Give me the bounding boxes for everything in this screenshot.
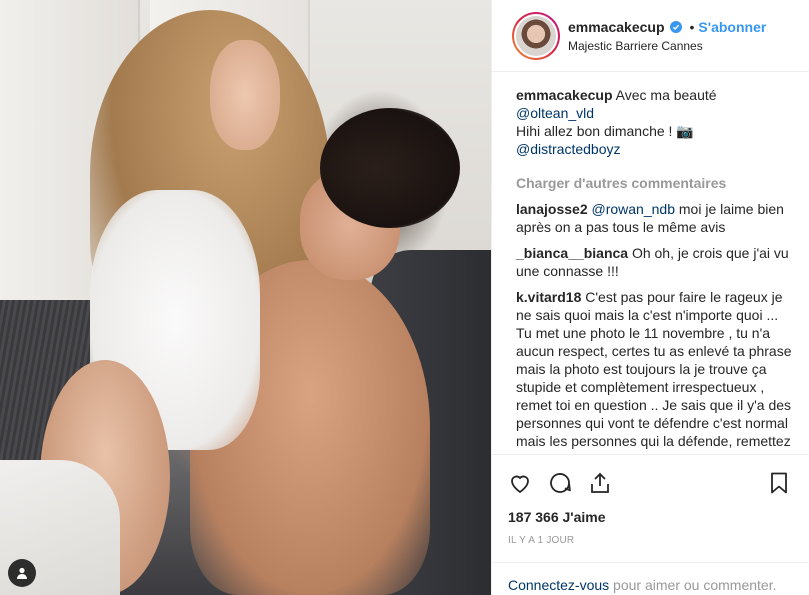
- caption-mention1[interactable]: @oltean_vld: [516, 105, 594, 121]
- heart-icon[interactable]: [508, 470, 534, 496]
- like-count[interactable]: 187 366 J'aime: [508, 509, 793, 525]
- comment-mention[interactable]: @rowan_ndb: [592, 201, 676, 217]
- header-username[interactable]: emmacakecup: [568, 19, 665, 35]
- post-photo[interactable]: [0, 0, 491, 595]
- photo-woman-face: [210, 40, 280, 150]
- comment-username[interactable]: k.vitard18: [516, 289, 581, 305]
- location-link[interactable]: Majestic Barriere Cannes: [568, 39, 766, 53]
- comment: k.vitard18 C'est pas pour faire le rageu…: [516, 288, 793, 454]
- post-actions: 187 366 J'aime Il y a 1 jour: [492, 454, 809, 546]
- post-time[interactable]: Il y a 1 jour: [508, 535, 793, 546]
- bookmark-icon[interactable]: [767, 470, 793, 496]
- comments-section: emmacakecup Avec ma beauté @oltean_vld H…: [492, 72, 809, 454]
- instagram-post: emmacakecup • S'abonner Majestic Barrier…: [0, 0, 809, 595]
- user-tag-icon[interactable]: [8, 559, 36, 587]
- comment-bubble-icon[interactable]: [548, 470, 574, 496]
- verified-badge-icon: [669, 20, 682, 33]
- comment: _bianca__bianca Oh oh, je crois que j'ai…: [516, 244, 793, 280]
- login-link[interactable]: Connectez-vous: [508, 577, 609, 593]
- login-text: pour aimer ou commenter.: [609, 577, 777, 593]
- avatar[interactable]: [512, 11, 560, 60]
- load-more-comments[interactable]: Charger d'autres commentaires: [516, 174, 793, 192]
- header-separator: •: [689, 18, 695, 35]
- post-sidebar: emmacakecup • S'abonner Majestic Barrier…: [491, 0, 809, 595]
- caption-line1: Avec ma beauté: [615, 87, 717, 103]
- caption-line2: Hihi allez bon dimanche ! 📷: [516, 123, 694, 139]
- photo-man-hair: [320, 108, 460, 228]
- post-header: emmacakecup • S'abonner Majestic Barrier…: [492, 0, 809, 72]
- comment: lanajosse2 @rowan_ndb moi je laime bien …: [516, 200, 793, 236]
- login-prompt: Connectez-vous pour aimer ou commenter.: [492, 562, 809, 595]
- caption-username[interactable]: emmacakecup: [516, 87, 613, 103]
- follow-button[interactable]: S'abonner: [698, 19, 766, 35]
- caption-mention2[interactable]: @distractedboyz: [516, 141, 620, 157]
- comment-text: C'est pas pour faire le rageux je ne sai…: [516, 289, 792, 454]
- comment-username[interactable]: lanajosse2: [516, 201, 588, 217]
- caption: emmacakecup Avec ma beauté @oltean_vld H…: [516, 86, 793, 158]
- share-icon[interactable]: [588, 470, 614, 496]
- comment-username[interactable]: _bianca__bianca: [516, 245, 628, 261]
